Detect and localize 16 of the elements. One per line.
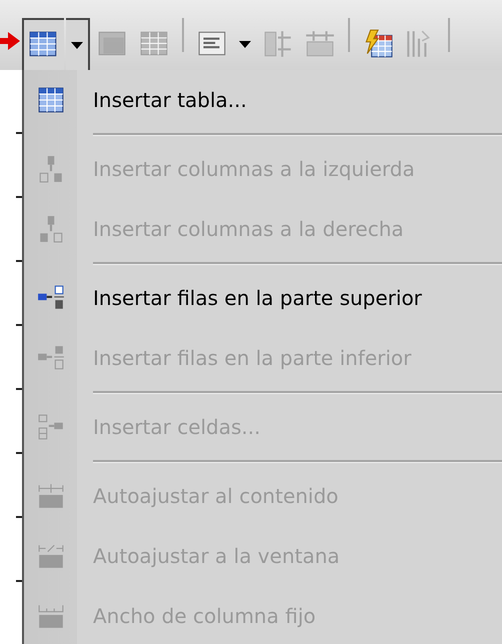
insert-column-icon [36,155,64,183]
distribute-rows-icon [262,28,294,60]
dropdown-button[interactable] [66,18,90,70]
insert-row-icon [36,344,64,372]
menu-item[interactable]: Insertar filas en la parte superior [24,268,502,328]
menu-item[interactable]: Insertar tabla... [24,70,502,130]
table-button[interactable] [22,18,64,70]
arrow-icon [0,30,20,52]
table-icon [36,86,64,114]
fixed-width-icon [36,602,64,630]
caret-icon [238,39,252,49]
caret-icon [70,40,84,50]
autofit-icon [36,482,64,510]
autofit-icon [36,542,64,570]
insert-cells-icon [36,413,64,441]
insert-row-icon [36,284,64,312]
